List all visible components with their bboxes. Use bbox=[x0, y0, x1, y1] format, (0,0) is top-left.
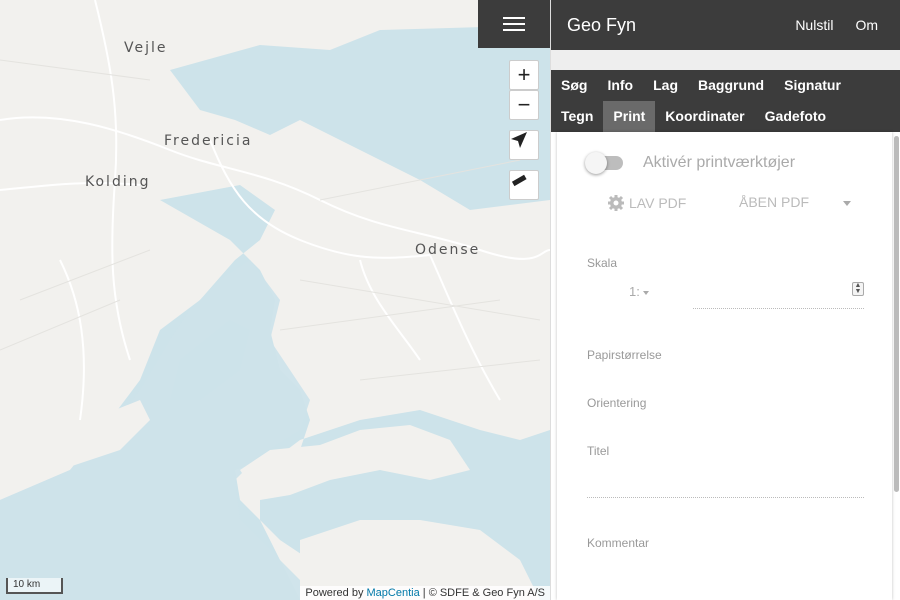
tab-streetview[interactable]: Gadefoto bbox=[755, 101, 836, 132]
attribution-prefix: Powered by bbox=[305, 587, 367, 599]
city-label-fredericia: Fredericia bbox=[164, 133, 253, 149]
tab-info[interactable]: Info bbox=[597, 70, 643, 101]
title-label: Titel bbox=[587, 444, 610, 458]
zoom-in-button[interactable]: + bbox=[509, 60, 539, 90]
tab-coordinates[interactable]: Koordinater bbox=[655, 101, 754, 132]
locate-button[interactable] bbox=[509, 130, 539, 160]
number-spinner[interactable]: ▲ ▼ bbox=[852, 282, 864, 296]
open-pdf-button[interactable]: ÅBEN PDF bbox=[739, 194, 809, 210]
city-label-kolding: Kolding bbox=[85, 174, 151, 190]
about-link[interactable]: Om bbox=[855, 17, 878, 33]
print-panel: Aktivér printværktøjer LAV PDF ÅBEN PDF … bbox=[557, 132, 892, 600]
map-view[interactable]: Vejle Fredericia Kolding Odense + − 10 k… bbox=[0, 0, 550, 600]
make-pdf-label: LAV PDF bbox=[629, 195, 687, 211]
chevron-down-icon[interactable] bbox=[843, 201, 851, 206]
zoom-out-button[interactable]: − bbox=[509, 90, 539, 120]
orientation-label: Orientering bbox=[587, 396, 647, 410]
comment-label: Kommentar bbox=[587, 536, 650, 550]
header-gap bbox=[551, 50, 900, 70]
measure-button[interactable] bbox=[509, 170, 539, 200]
hamburger-icon bbox=[503, 13, 525, 35]
app-title: Geo Fyn bbox=[567, 14, 637, 35]
city-label-odense: Odense bbox=[415, 242, 481, 258]
tab-print[interactable]: Print bbox=[603, 101, 656, 132]
city-label-vejle: Vejle bbox=[124, 40, 168, 56]
scale-input[interactable]: ▲ ▼ bbox=[693, 279, 864, 309]
tab-bar: Søg Info Lag Baggrund Signatur Tegn Prin… bbox=[551, 70, 900, 132]
ruler-icon bbox=[511, 174, 527, 187]
tab-draw[interactable]: Tegn bbox=[551, 101, 603, 132]
title-input[interactable] bbox=[587, 472, 864, 498]
location-arrow-icon bbox=[511, 132, 527, 148]
attribution-suffix: | © SDFE & Geo Fyn A/S bbox=[419, 587, 545, 599]
print-tools-toggle[interactable] bbox=[585, 152, 623, 174]
map-attribution: Powered by MapCentia | © SDFE & Geo Fyn … bbox=[300, 586, 550, 600]
scale-label: Skala bbox=[587, 256, 618, 270]
scale-prefix-select[interactable]: 1: bbox=[629, 284, 650, 299]
reset-link[interactable]: Nulstil bbox=[795, 17, 833, 33]
side-panel: Geo Fyn Nulstil Om Søg Info Lag Baggrund… bbox=[550, 0, 900, 600]
make-pdf-button[interactable]: LAV PDF bbox=[607, 194, 686, 212]
top-bar: Geo Fyn Nulstil Om bbox=[551, 0, 900, 50]
paper-size-label: Papirstørrelse bbox=[587, 348, 662, 362]
caret-down-icon bbox=[643, 290, 650, 295]
gear-icon bbox=[608, 195, 624, 211]
scale-bar: 10 km bbox=[6, 578, 63, 594]
scale-prefix: 1: bbox=[629, 284, 640, 299]
tab-background[interactable]: Baggrund bbox=[688, 70, 774, 101]
tab-layers[interactable]: Lag bbox=[643, 70, 688, 101]
tab-search[interactable]: Søg bbox=[551, 70, 597, 101]
mapcentia-link[interactable]: MapCentia bbox=[367, 587, 420, 599]
hamburger-menu-button[interactable] bbox=[478, 0, 550, 48]
tab-legend[interactable]: Signatur bbox=[774, 70, 851, 101]
panel-scrollbar[interactable] bbox=[894, 136, 899, 492]
map-canvas[interactable] bbox=[0, 0, 550, 600]
print-tools-toggle-label: Aktivér printværktøjer bbox=[643, 154, 796, 171]
